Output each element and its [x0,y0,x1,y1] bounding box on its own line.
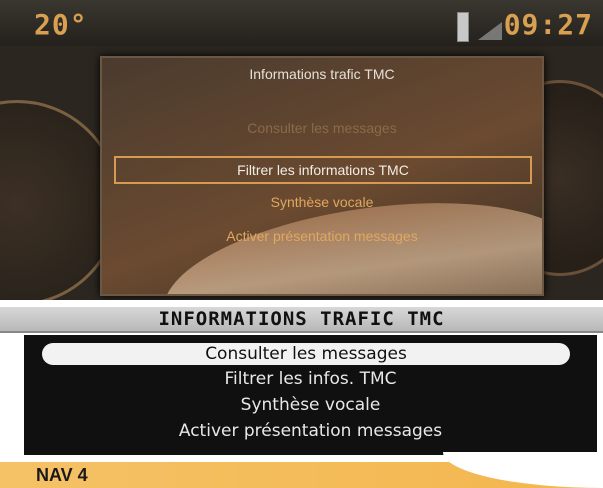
car-display-photo: 20° 09:27 Informations trafic TMC Consul… [0,0,603,300]
menu-title: INFORMATIONS TRAFIC TMC [158,308,445,330]
signal-strength-icon [457,12,469,42]
panel-option-voice[interactable]: Synthèse vocale [102,194,542,210]
panel-title: Informations trafic TMC [249,66,395,82]
tmc-menu-panel: Informations trafic TMC Consulter les me… [100,56,544,296]
menu-item-voice[interactable]: Synthèse vocale [24,395,597,415]
clock-readout: 09:27 [503,8,593,41]
status-bar: 20° 09:27 [0,0,603,46]
decorative-curve [443,452,603,488]
temperature-readout: 20° [34,8,88,41]
nav-label-bar: NAV 4 [0,452,603,488]
antenna-icon [478,22,502,40]
panel-option-filter[interactable]: Filtrer les informations TMC [114,156,532,184]
menu-item-activate[interactable]: Activer présentation messages [24,421,597,441]
menu-title-bar: INFORMATIONS TRAFIC TMC [0,307,603,333]
panel-option-consult[interactable]: Consulter les messages [102,120,542,136]
panel-option-activate[interactable]: Activer présentation messages [102,228,542,244]
menu-item-filter[interactable]: Filtrer les infos. TMC [24,369,597,389]
nav-label: NAV 4 [36,465,88,485]
menu-list: Consulter les messages Filtrer les infos… [24,335,597,455]
menu-item-consult[interactable]: Consulter les messages [42,343,570,365]
menu-screen-capture: INFORMATIONS TRAFIC TMC Consulter les me… [0,300,603,488]
